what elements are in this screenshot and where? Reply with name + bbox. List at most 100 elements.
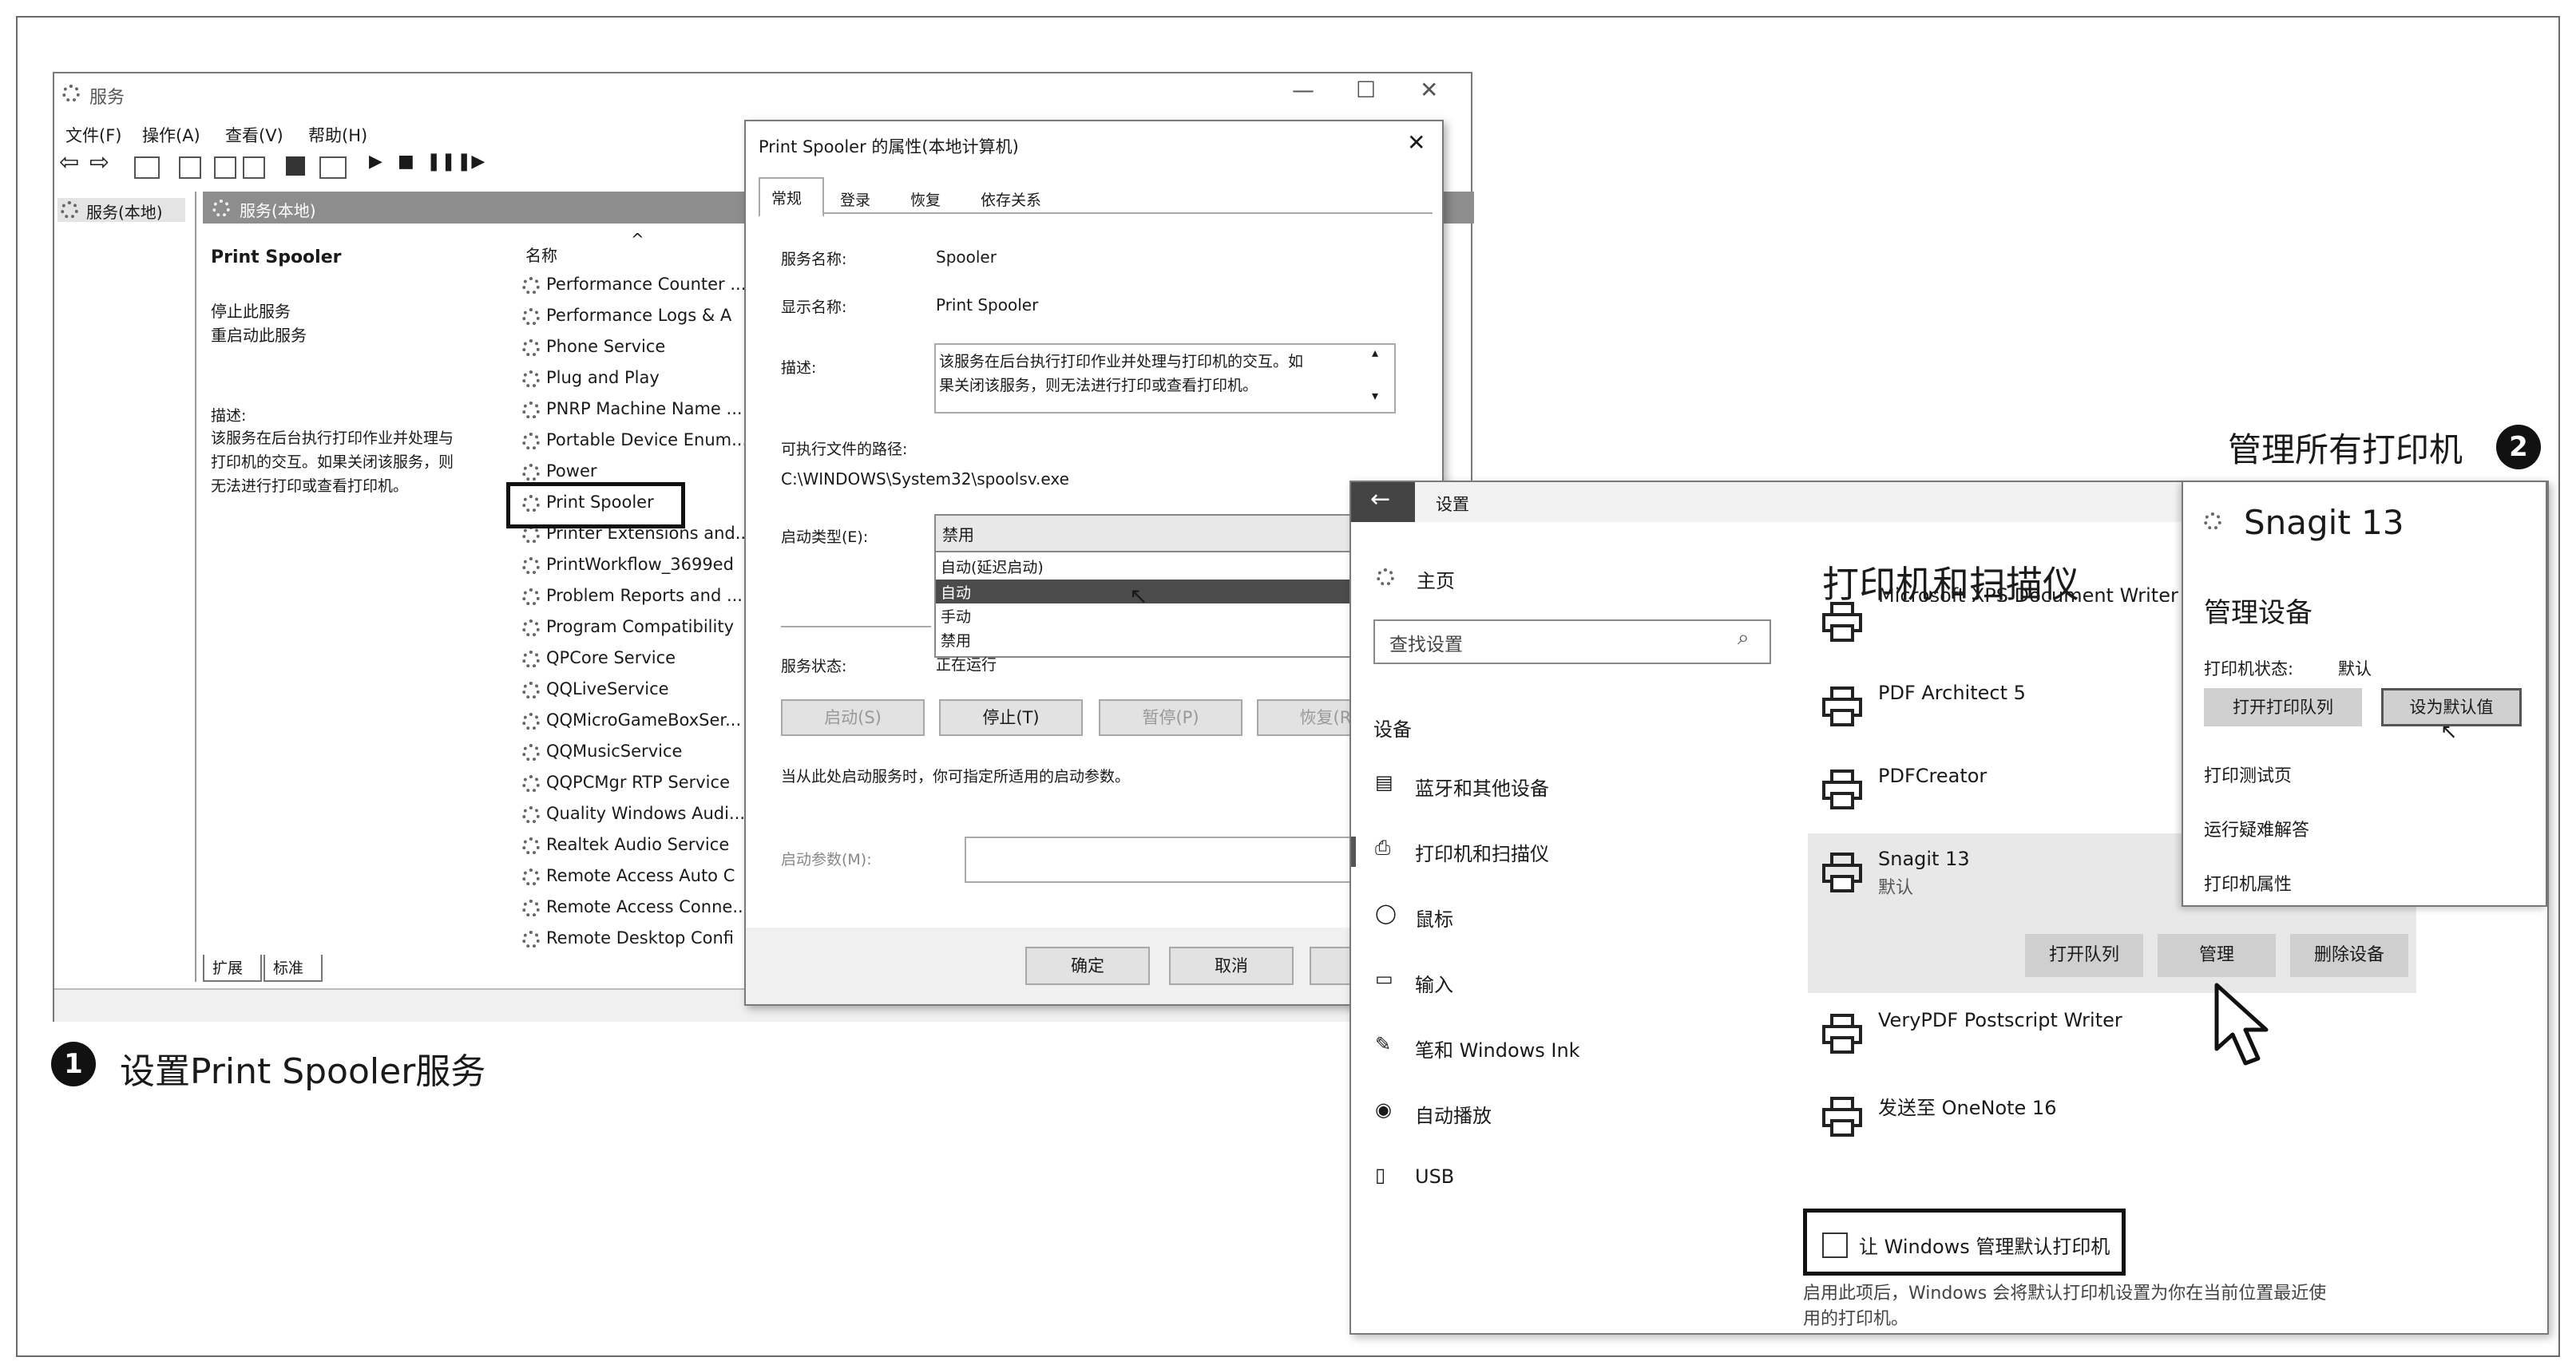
bottom-tab-extended[interactable]: 扩展 bbox=[203, 955, 262, 982]
stop-service-link[interactable]: 停止此服务 bbox=[211, 299, 291, 322]
tab-general[interactable]: 常规 bbox=[759, 177, 824, 217]
remove-device-label: 删除设备 bbox=[2313, 945, 2384, 965]
option-auto-delayed[interactable]: 自动(延迟启动) bbox=[941, 556, 1044, 577]
forward-icon[interactable]: ⇨ bbox=[89, 148, 109, 176]
startup-type-select[interactable]: 禁用 bbox=[934, 514, 1385, 552]
manage-default-checkbox[interactable] bbox=[1822, 1232, 1848, 1258]
view-icon[interactable] bbox=[319, 156, 347, 179]
nav-item[interactable]: USB bbox=[1415, 1165, 1454, 1188]
printer-name[interactable]: 发送至 OneNote 16 bbox=[1878, 1092, 2056, 1120]
service-name-label: 服务名称: bbox=[781, 251, 847, 268]
settings-search[interactable]: 查找设置 ⌕ bbox=[1373, 619, 1771, 664]
stop-button[interactable]: 停止(T) bbox=[939, 699, 1083, 736]
open-print-queue-button[interactable]: 打开打印队列 bbox=[2204, 688, 2362, 726]
gear-icon bbox=[522, 308, 540, 326]
back-button[interactable]: ← bbox=[1351, 482, 1415, 522]
path-value: C:\WINDOWS\System32\spoolsv.exe bbox=[781, 469, 1069, 489]
menu-action[interactable]: 操作(A) bbox=[142, 123, 200, 147]
option-auto[interactable]: 自动 bbox=[936, 580, 1383, 603]
desc-label: 描述: bbox=[211, 407, 247, 425]
service-name: Power bbox=[546, 461, 597, 481]
search-icon: ⌕ bbox=[1738, 626, 1750, 650]
scroll-down-icon[interactable]: ▾ bbox=[1372, 388, 1378, 403]
caption-1-text: 设置Print Spooler服务 bbox=[120, 1051, 486, 1092]
printer-name[interactable]: Snagit 13 bbox=[1878, 848, 1970, 870]
printer-name[interactable]: PDFCreator bbox=[1878, 765, 1987, 787]
desc-line-2: 果关闭该服务，则无法进行打印或查看打印机。 bbox=[939, 377, 1258, 394]
caption-2-text: 管理所有打印机 bbox=[2228, 430, 2463, 469]
gear-icon bbox=[522, 651, 540, 668]
restart-icon[interactable]: ❚▶ bbox=[457, 152, 485, 172]
autoplay-icon: ◉ bbox=[1375, 1098, 1392, 1121]
maximize-button[interactable]: ☐ bbox=[1356, 77, 1376, 103]
path-label: 可执行文件的路径: bbox=[781, 441, 908, 458]
help-icon[interactable] bbox=[286, 156, 305, 176]
nav-item[interactable]: 鼠标 bbox=[1415, 904, 1453, 932]
gear-icon bbox=[522, 588, 540, 606]
manage-button[interactable]: 管理 bbox=[2158, 934, 2276, 977]
printer-properties-link[interactable]: 打印机属性 bbox=[2204, 870, 2292, 896]
gear-icon bbox=[522, 619, 540, 637]
pause-button[interactable]: 暂停(P) bbox=[1099, 699, 1242, 736]
tab-dependencies[interactable]: 依存关系 bbox=[981, 188, 1041, 210]
dialog-close-icon[interactable]: ✕ bbox=[1407, 129, 1425, 156]
startup-type-value: 禁用 bbox=[942, 525, 974, 544]
service-name: Portable Device Enum... bbox=[546, 430, 748, 449]
description-box[interactable]: 该服务在后台执行打印作业并处理与打印机的交互。如 果关闭该服务，则无法进行打印或… bbox=[934, 343, 1396, 413]
play-icon[interactable]: ▶ bbox=[369, 152, 382, 172]
caption-2-number: 2 bbox=[2496, 425, 2541, 469]
nav-item[interactable]: 笔和 Windows Ink bbox=[1415, 1035, 1580, 1062]
service-name: PrintWorkflow_3699ed bbox=[546, 555, 734, 574]
service-name: Problem Reports and ... bbox=[546, 586, 743, 605]
back-icon[interactable]: ⇦ bbox=[59, 148, 79, 176]
option-manual[interactable]: 手动 bbox=[941, 605, 971, 627]
refresh-icon[interactable] bbox=[214, 156, 236, 179]
menu-file[interactable]: 文件(F) bbox=[65, 123, 121, 147]
menu-help[interactable]: 帮助(H) bbox=[308, 123, 367, 147]
home-link[interactable]: 主页 bbox=[1417, 565, 1455, 593]
sort-arrow-icon: ^ bbox=[631, 230, 644, 249]
start-button[interactable]: 启动(S) bbox=[781, 699, 925, 736]
selected-service-title: Print Spooler bbox=[211, 247, 342, 267]
stop-icon[interactable]: ■ bbox=[398, 152, 414, 172]
pause-button-label: 暂停(P) bbox=[1142, 708, 1199, 727]
checkbox-desc-2: 用的打印机。 bbox=[1803, 1309, 1909, 1329]
scroll-up-icon[interactable]: ▴ bbox=[1372, 345, 1378, 360]
start-params-input[interactable] bbox=[965, 837, 1415, 883]
separator bbox=[781, 626, 931, 627]
close-button[interactable]: ✕ bbox=[1420, 77, 1438, 103]
service-name: Remote Access Auto C bbox=[546, 866, 735, 885]
restart-service-link[interactable]: 重启动此服务 bbox=[211, 322, 307, 346]
nav-item[interactable]: 蓝牙和其他设备 bbox=[1415, 773, 1549, 801]
option-disabled[interactable]: 禁用 bbox=[941, 629, 971, 651]
printer-name[interactable]: PDF Architect 5 bbox=[1878, 682, 2026, 704]
printer-name[interactable]: Microsoft XPS Document Writer bbox=[1878, 584, 2205, 602]
nav-item[interactable]: 输入 bbox=[1415, 969, 1453, 997]
settings-title: 设置 bbox=[1436, 495, 1469, 514]
menu-view[interactable]: 查看(V) bbox=[225, 123, 283, 147]
console-tree-icon[interactable] bbox=[134, 156, 160, 179]
tree-root-item[interactable]: 服务(本地) bbox=[57, 198, 185, 222]
nav-item[interactable]: 自动播放 bbox=[1415, 1100, 1492, 1128]
bottom-tab-standard[interactable]: 标准 bbox=[264, 955, 323, 982]
troubleshoot-link[interactable]: 运行疑难解答 bbox=[2204, 816, 2309, 841]
minimize-button[interactable]: — bbox=[1292, 77, 1314, 103]
home-icon bbox=[1377, 568, 1394, 586]
tab-logon[interactable]: 登录 bbox=[840, 188, 870, 210]
properties-icon[interactable] bbox=[179, 156, 201, 179]
usb-icon: ▯ bbox=[1375, 1164, 1386, 1186]
column-name-header[interactable]: 名称 bbox=[525, 243, 557, 266]
gear-icon bbox=[522, 868, 540, 886]
printer-name[interactable]: VeryPDF Postscript Writer bbox=[1878, 1009, 2122, 1031]
cancel-button[interactable]: 取消 bbox=[1169, 947, 1294, 985]
services-app-icon bbox=[62, 85, 80, 102]
nav-item[interactable]: 打印机和扫描仪 bbox=[1415, 838, 1549, 866]
print-test-page-link[interactable]: 打印测试页 bbox=[2204, 762, 2292, 787]
snagit-panel: Snagit 13 管理设备 打印机状态: 默认 打开打印队列 设为默认值 ↖ … bbox=[2182, 481, 2547, 907]
remove-device-button[interactable]: 删除设备 bbox=[2290, 934, 2408, 977]
export-icon[interactable] bbox=[243, 156, 265, 179]
pause-icon[interactable]: ❚❚ bbox=[426, 152, 456, 172]
open-queue-button[interactable]: 打开队列 bbox=[2025, 934, 2143, 977]
ok-button[interactable]: 确定 bbox=[1025, 947, 1150, 985]
tab-recovery[interactable]: 恢复 bbox=[910, 188, 941, 210]
